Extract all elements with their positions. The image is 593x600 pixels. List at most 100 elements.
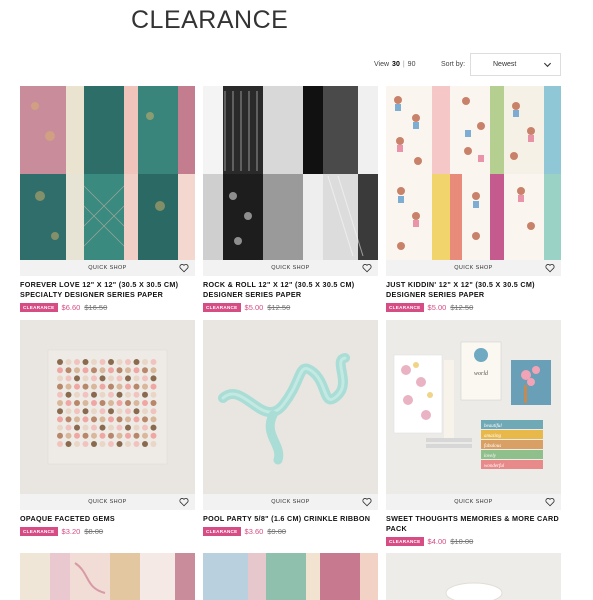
gem-dot bbox=[91, 359, 97, 365]
product-image[interactable] bbox=[203, 86, 378, 260]
gem-dot bbox=[133, 441, 140, 447]
product-image[interactable]: world beautiful amazing fabulous lovely … bbox=[386, 320, 561, 494]
view-label: View bbox=[374, 61, 390, 68]
gem-dot bbox=[82, 441, 89, 447]
gem-dot bbox=[82, 367, 89, 374]
gem-dot bbox=[133, 424, 140, 431]
gem-dot bbox=[65, 367, 72, 374]
product-name[interactable]: JUST KIDDIN' 12" X 12" (30.5 X 30.5 CM) … bbox=[386, 280, 561, 300]
gem-dot bbox=[116, 408, 123, 415]
product-name[interactable]: OPAQUE FACETED GEMS bbox=[20, 514, 195, 524]
product-name[interactable]: POOL PARTY 5/8" (1.6 CM) CRINKLE RIBBON bbox=[203, 514, 378, 524]
gem-dot bbox=[150, 432, 157, 439]
gem-dot bbox=[91, 400, 97, 406]
gem-dot bbox=[65, 432, 72, 439]
gem-dot bbox=[74, 416, 80, 423]
gem-dot bbox=[57, 441, 63, 447]
quick-shop-button[interactable]: QUICK SHOP bbox=[271, 499, 310, 505]
gem-dot bbox=[82, 432, 89, 439]
sale-price: $4.00 bbox=[427, 537, 447, 546]
gem-dot bbox=[142, 367, 148, 374]
card-word-world: world bbox=[474, 371, 489, 377]
product-name[interactable]: FOREVER LOVE 12" X 12" (30.5 X 30.5 CM) … bbox=[20, 280, 195, 300]
gem-dot bbox=[99, 375, 106, 382]
gem-dot bbox=[125, 400, 131, 406]
product-image[interactable] bbox=[20, 320, 195, 494]
view-option-30[interactable]: 30 bbox=[392, 61, 400, 68]
page-title: CLEARANCE bbox=[131, 6, 289, 34]
gem-dot bbox=[142, 375, 148, 382]
product-name[interactable]: ROCK & ROLL 12" X 12" (30.5 X 30.5 CM) D… bbox=[203, 280, 378, 300]
gem-dot bbox=[74, 359, 80, 365]
heart-icon[interactable] bbox=[179, 263, 189, 273]
quick-shop-button[interactable]: QUICK SHOP bbox=[454, 499, 493, 505]
product-card[interactable]: QUICK SHOP OPAQUE FACETED GEMS CLEARANCE… bbox=[20, 320, 195, 536]
clearance-badge: CLEARANCE bbox=[386, 303, 424, 312]
heart-icon[interactable] bbox=[362, 497, 372, 507]
sale-price: $3.20 bbox=[61, 527, 81, 536]
gem-dot bbox=[108, 359, 114, 365]
quick-shop-button[interactable]: QUICK SHOP bbox=[271, 265, 310, 271]
heart-icon[interactable] bbox=[545, 497, 555, 507]
product-image[interactable] bbox=[20, 553, 195, 600]
product-card[interactable]: QUICK SHOP FOREVER LOVE 12" X 12" (30.5 … bbox=[20, 86, 195, 312]
heart-icon[interactable] bbox=[179, 497, 189, 507]
view-option-90[interactable]: 90 bbox=[408, 61, 416, 68]
gem-dot bbox=[57, 400, 63, 406]
card-word-amazing: amazing bbox=[484, 434, 501, 439]
gem-dot bbox=[91, 391, 97, 398]
gem-dot bbox=[57, 424, 63, 431]
heart-icon[interactable] bbox=[545, 263, 555, 273]
chevron-down-icon bbox=[543, 62, 552, 68]
gem-dot bbox=[108, 400, 114, 406]
gem-dot bbox=[125, 375, 131, 382]
view-toggle: View 30 | 90 bbox=[374, 61, 415, 68]
heart-icon[interactable] bbox=[362, 263, 372, 273]
gem-dot bbox=[74, 391, 80, 398]
gem-dot bbox=[142, 391, 148, 398]
product-image[interactable] bbox=[386, 553, 561, 600]
quick-shop-bar: QUICK SHOP bbox=[386, 260, 561, 276]
product-card[interactable]: QUICK SHOP ROCK & ROLL 12" X 12" (30.5 X… bbox=[203, 86, 378, 312]
gem-dot bbox=[150, 383, 157, 390]
quick-shop-bar: QUICK SHOP bbox=[386, 494, 561, 510]
quick-shop-button[interactable]: QUICK SHOP bbox=[88, 265, 127, 271]
product-card[interactable]: QUICK SHOP JUST KIDDIN' 12" X 12" (30.5 … bbox=[386, 86, 561, 312]
gem-dot bbox=[133, 408, 140, 415]
quick-shop-bar: QUICK SHOP bbox=[203, 260, 378, 276]
gem-dot bbox=[57, 383, 63, 390]
product-card[interactable] bbox=[20, 553, 195, 600]
gem-dot bbox=[150, 391, 157, 398]
product-image[interactable] bbox=[386, 86, 561, 260]
gem-dot bbox=[125, 383, 131, 390]
quick-shop-button[interactable]: QUICK SHOP bbox=[454, 265, 493, 271]
gem-dot bbox=[133, 391, 140, 398]
gem-dot bbox=[74, 400, 80, 406]
original-price: $16.50 bbox=[84, 303, 108, 312]
gem-dot bbox=[57, 416, 63, 423]
gem-dot bbox=[82, 424, 89, 431]
card-word-lovely: lovely bbox=[484, 454, 497, 459]
gem-dot bbox=[133, 359, 140, 365]
quick-shop-button[interactable]: QUICK SHOP bbox=[88, 499, 127, 505]
gem-dot bbox=[65, 383, 72, 390]
gem-dot bbox=[108, 383, 114, 390]
sort-dropdown[interactable]: Newest bbox=[470, 53, 561, 76]
gem-dot bbox=[150, 367, 157, 374]
product-name[interactable]: SWEET THOUGHTS MEMORIES & MORE CARD PACK bbox=[386, 514, 561, 534]
product-card[interactable]: QUICK SHOP POOL PARTY 5/8" (1.6 CM) CRIN… bbox=[203, 320, 378, 536]
product-card[interactable] bbox=[203, 553, 378, 600]
gem-dot bbox=[125, 359, 131, 365]
product-card[interactable] bbox=[386, 553, 561, 600]
product-card[interactable]: world beautiful amazing fabulous lovely … bbox=[386, 320, 561, 546]
product-image[interactable] bbox=[203, 553, 378, 600]
original-price: $8.00 bbox=[84, 527, 104, 536]
product-image[interactable] bbox=[203, 320, 378, 494]
product-image[interactable] bbox=[20, 86, 195, 260]
gem-dot bbox=[116, 424, 123, 431]
gem-dot bbox=[142, 441, 148, 447]
gem-dot bbox=[91, 408, 97, 415]
quick-shop-bar: QUICK SHOP bbox=[20, 494, 195, 510]
gem-dot bbox=[108, 424, 114, 431]
gem-dot bbox=[91, 383, 97, 390]
